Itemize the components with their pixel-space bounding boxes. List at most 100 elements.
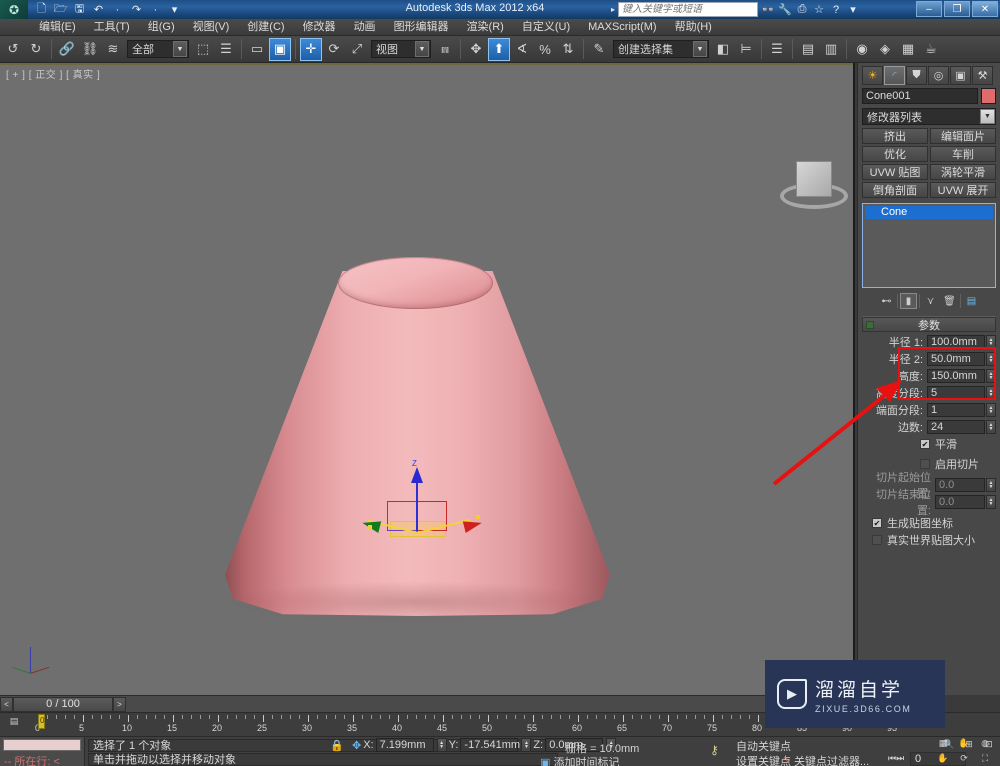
chevron-down-icon[interactable]: ▼ xyxy=(693,41,707,57)
menu-tools[interactable]: 工具(T) xyxy=(85,19,139,36)
modifier-button-turbosmooth[interactable]: 涡轮平滑 xyxy=(930,164,996,180)
collapse-icon[interactable] xyxy=(866,321,874,329)
spinner-height[interactable]: ▲▼ xyxy=(986,369,996,383)
arc-rotate-icon[interactable]: ⟳ xyxy=(955,752,973,765)
transform-gizmo[interactable]: Z xyxy=(366,463,486,553)
layer-manager-icon[interactable]: ☰ xyxy=(766,38,788,61)
spinner-cap-segments[interactable]: ▲▼ xyxy=(986,403,996,417)
gizmo-x-arrow-icon[interactable] xyxy=(463,517,483,533)
spinner-y[interactable]: ▲▼ xyxy=(521,738,531,752)
menu-rendering[interactable]: 渲染(R) xyxy=(458,19,513,36)
menu-graph-editors[interactable]: 图形编辑器 xyxy=(385,19,458,36)
spinner-x[interactable]: ▲▼ xyxy=(437,738,447,752)
motion-tab[interactable]: ◎ xyxy=(928,66,949,85)
hierarchy-tab[interactable]: ⛊ xyxy=(906,66,927,85)
time-tag-icon[interactable]: ▣ xyxy=(540,757,550,766)
orbit-icon[interactable]: ◍ xyxy=(976,737,994,750)
modifier-button-bevel-profile[interactable]: 倒角剖面 xyxy=(862,182,928,198)
menu-modifiers[interactable]: 修改器 xyxy=(294,19,345,36)
spinner-sides[interactable]: ▲▼ xyxy=(986,420,996,434)
use-pivot-center-icon[interactable]: ⩎ xyxy=(434,38,456,61)
open-mini-curve-editor-icon[interactable]: ▤ xyxy=(4,716,24,732)
maxscript-listener-mini[interactable]: -- 所在行: < xyxy=(0,737,85,766)
select-region-icon[interactable]: ▭ xyxy=(246,38,268,61)
key-filters-button[interactable]: 关键点过滤器... xyxy=(794,753,869,766)
param-field-cap-segments[interactable]: 1 xyxy=(927,403,985,417)
next-frame-button[interactable]: > xyxy=(113,697,126,712)
real-world-map-size-checkbox[interactable] xyxy=(872,535,882,545)
modifier-button-edit-patch[interactable]: 编辑面片 xyxy=(930,128,996,144)
object-color-swatch[interactable] xyxy=(981,88,996,104)
menu-views[interactable]: 视图(V) xyxy=(184,19,239,36)
chevron-down-icon[interactable]: ▼ xyxy=(980,109,995,124)
coord-field-y[interactable]: -17.541mm xyxy=(460,738,518,752)
pan-icon[interactable]: ✋ xyxy=(934,752,952,765)
param-field-slice-from[interactable]: 0.0 xyxy=(935,478,985,492)
selection-lock-icon[interactable]: 🔒 xyxy=(330,739,344,752)
remove-modifier-icon[interactable]: 🗑 xyxy=(941,293,958,309)
help-icon[interactable]: ? xyxy=(829,3,843,17)
angle-snap-icon[interactable]: ∢ xyxy=(511,38,533,61)
save-icon[interactable]: 🖫 xyxy=(72,2,87,17)
maximize-button[interactable]: ❐ xyxy=(944,1,970,17)
undo-icon[interactable]: ↶ xyxy=(91,2,106,17)
window-crossing-icon[interactable]: ▣ xyxy=(269,38,291,61)
modifier-button-optimize[interactable]: 优化 xyxy=(862,146,928,162)
smooth-checkbox[interactable]: ✔ xyxy=(920,439,930,449)
object-name-field[interactable]: Cone001 xyxy=(862,88,978,104)
key-curve-icon[interactable]: ∿ xyxy=(782,753,791,766)
param-field-slice-to[interactable]: 0.0 xyxy=(935,495,985,509)
search-expand-icon[interactable]: ▸ xyxy=(611,5,615,14)
gizmo-z-arrow-icon[interactable] xyxy=(411,467,423,483)
viewcube-cube-icon[interactable] xyxy=(796,161,832,197)
maximize-viewport-icon[interactable]: ⛶ xyxy=(976,752,994,765)
viewcube-widget[interactable] xyxy=(778,153,850,215)
current-frame-field[interactable]: 0 / 100 xyxy=(13,697,113,712)
binoculars-icon[interactable]: 👓 xyxy=(761,3,775,17)
search-input[interactable] xyxy=(618,2,758,17)
modify-tab[interactable]: ◜ xyxy=(884,66,905,85)
curve-editor-icon[interactable]: ▤ xyxy=(797,38,819,61)
help-dropdown-icon[interactable]: ▾ xyxy=(846,3,860,17)
reference-coord-combo[interactable]: 视图 ▼ xyxy=(371,40,431,58)
unlink-icon[interactable]: ⛓ xyxy=(79,38,101,61)
schematic-view-icon[interactable]: ▥ xyxy=(820,38,842,61)
favorites-icon[interactable]: ☆ xyxy=(812,3,826,17)
time-slider-handle[interactable]: 0 xyxy=(38,714,45,729)
coord-field-x[interactable]: 7.199mm xyxy=(376,738,434,752)
chevron-down-icon[interactable]: ▼ xyxy=(415,41,429,57)
material-editor-icon[interactable]: ◉ xyxy=(851,38,873,61)
modifier-button-uvw-map[interactable]: UVW 贴图 xyxy=(862,164,928,180)
enable-slice-checkbox[interactable] xyxy=(920,459,930,469)
select-by-name-icon[interactable]: ☰ xyxy=(215,38,237,61)
spinner-snap-icon[interactable]: ⇅ xyxy=(557,38,579,61)
stack-item-cone[interactable]: Cone xyxy=(865,206,993,219)
edit-named-selection-icon[interactable]: ✎ xyxy=(588,38,610,61)
close-button[interactable]: ✕ xyxy=(972,1,998,17)
select-scale-icon[interactable]: ⤢ xyxy=(346,38,368,61)
redo-icon[interactable]: ↻ xyxy=(25,38,47,61)
app-logo-icon[interactable]: ✪ xyxy=(0,0,28,19)
bind-spacewarp-icon[interactable]: ≋ xyxy=(102,38,124,61)
gizmo-handle-left[interactable] xyxy=(368,525,372,529)
create-tab[interactable]: ☀ xyxy=(862,66,883,85)
render-setup-icon[interactable]: ◈ xyxy=(874,38,896,61)
spinner-slice-to[interactable]: ▲▼ xyxy=(986,495,996,509)
generate-mapping-coords-checkbox[interactable]: ✔ xyxy=(872,518,882,528)
select-rotate-icon[interactable]: ⟳ xyxy=(323,38,345,61)
select-manipulate-icon[interactable]: ✥ xyxy=(465,38,487,61)
named-selection-set-combo[interactable]: 创建选择集 ▼ xyxy=(613,40,709,58)
spinner-slice-from[interactable]: ▲▼ xyxy=(986,478,996,492)
selection-filter-combo[interactable]: 全部 ▼ xyxy=(127,40,189,58)
display-tab[interactable]: ▣ xyxy=(950,66,971,85)
field-of-view-icon[interactable]: ▦ xyxy=(934,737,952,750)
configure-sets-icon[interactable]: ▤ xyxy=(963,293,980,309)
chevron-down-icon[interactable]: ▼ xyxy=(173,41,187,57)
modifier-button-extrude[interactable]: 挤出 xyxy=(862,128,928,144)
auto-key-button[interactable]: 自动关键点 xyxy=(736,738,791,754)
render-production-icon[interactable]: ☕ xyxy=(920,38,942,61)
new-icon[interactable]: 🗋 xyxy=(34,2,49,17)
undo-icon[interactable]: ↺ xyxy=(2,38,24,61)
modifier-list-dropdown[interactable]: 修改器列表 ▼ xyxy=(862,108,996,125)
prev-frame-button[interactable]: < xyxy=(0,697,13,712)
